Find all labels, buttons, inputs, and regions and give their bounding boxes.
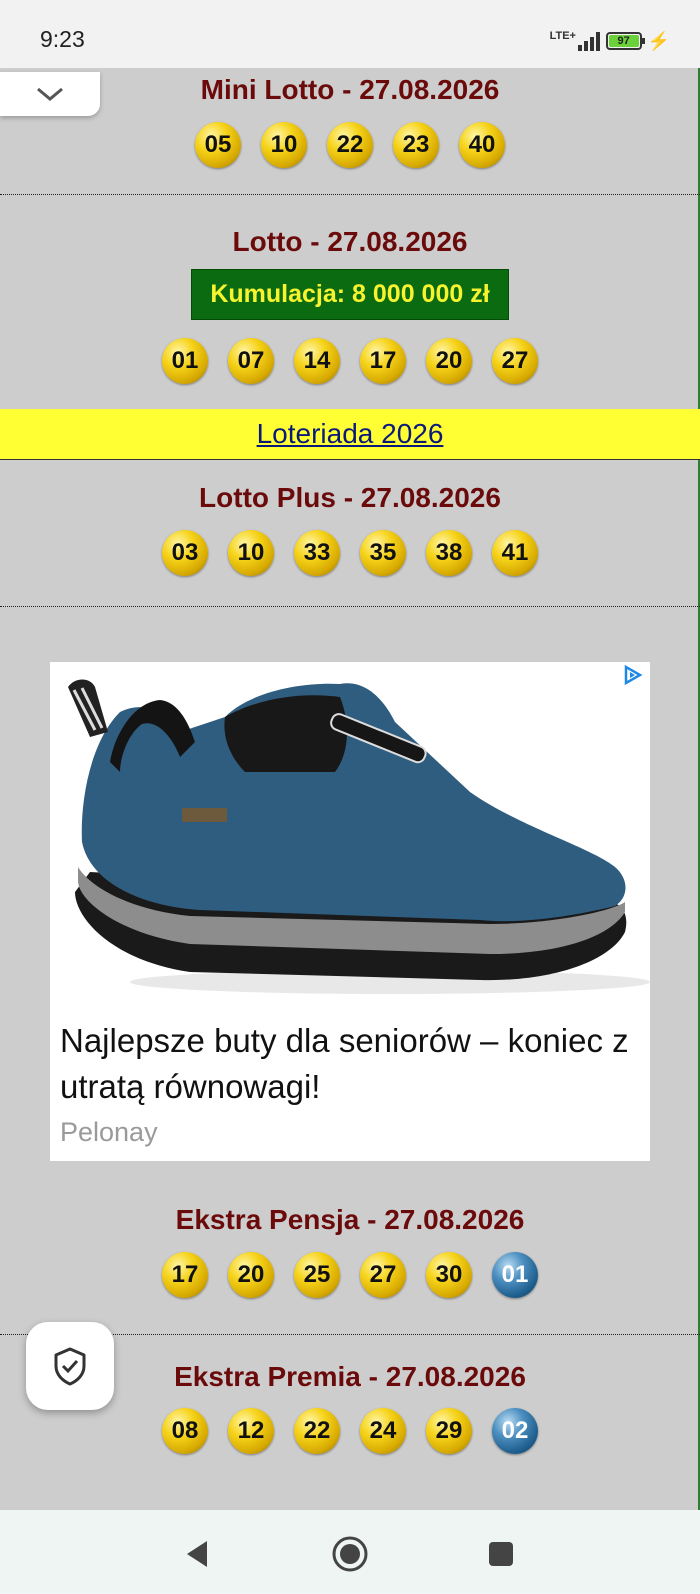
back-icon <box>187 1541 207 1567</box>
result-balls: 01 07 14 17 20 27 <box>0 338 700 384</box>
signal-icon <box>577 31 600 51</box>
shield-check-icon <box>54 1347 86 1386</box>
number-ball: 40 <box>459 122 505 168</box>
home-icon <box>332 1536 368 1572</box>
ad-source: Pelonay <box>60 1117 158 1147</box>
number-ball: 25 <box>294 1252 340 1298</box>
result-balls: 03 10 33 35 38 41 <box>0 530 700 576</box>
number-ball: 20 <box>228 1252 274 1298</box>
number-ball: 03 <box>162 530 208 576</box>
game-title: Mini Lotto - 27.08.2026 <box>200 74 500 105</box>
advertisement[interactable]: Najlepsze buty dla seniorów – koniec z u… <box>50 662 650 1161</box>
number-ball: 17 <box>162 1252 208 1298</box>
number-ball: 20 <box>426 338 472 384</box>
mini-lotto-section: Mini Lotto - 27.08.2026 05 10 22 23 40 <box>0 68 700 195</box>
battery-icon: 97 <box>605 32 645 50</box>
result-balls: 08 12 22 24 29 02 <box>0 1408 700 1454</box>
ekstra-pensja-section: Ekstra Pensja - 27.08.2026 17 20 25 27 3… <box>0 1203 700 1335</box>
number-ball: 35 <box>360 530 406 576</box>
loteriada-banner: Loteriada 2026 <box>0 409 700 460</box>
jackpot-badge: Kumulacja: 8 000 000 zł <box>191 269 509 320</box>
privacy-button[interactable] <box>26 1322 114 1410</box>
recents-icon <box>489 1542 513 1566</box>
ad-choices-icon[interactable] <box>622 664 644 686</box>
charging-icon: ⚡ <box>647 30 670 51</box>
chevron-down-icon <box>37 87 63 101</box>
game-title: Lotto Plus - 27.08.2026 <box>199 482 501 513</box>
number-ball: 41 <box>492 530 538 576</box>
result-balls: 05 10 22 23 40 <box>0 122 700 168</box>
status-bar: 9:23 LTE+ 97 ⚡ <box>0 0 700 68</box>
number-ball: 05 <box>195 122 241 168</box>
ad-shoe-image[interactable] <box>50 662 650 1007</box>
number-ball: 22 <box>327 122 373 168</box>
collapse-button[interactable] <box>0 72 100 116</box>
number-ball: 14 <box>294 338 340 384</box>
lotto-section: Lotto - 27.08.2026 Kumulacja: 8 000 000 … <box>0 225 700 409</box>
navigation-bar <box>0 1510 700 1594</box>
game-title: Lotto - 27.08.2026 <box>232 226 468 257</box>
result-balls: 17 20 25 27 30 01 <box>0 1252 700 1298</box>
number-ball: 07 <box>228 338 274 384</box>
bonus-ball: 02 <box>492 1408 538 1454</box>
status-time: 9:23 <box>40 26 85 52</box>
back-button[interactable] <box>177 1534 217 1574</box>
number-ball: 08 <box>162 1408 208 1454</box>
recents-button[interactable] <box>481 1534 521 1574</box>
loteriada-link[interactable]: Loteriada 2026 <box>257 418 444 449</box>
number-ball: 10 <box>228 530 274 576</box>
number-ball: 22 <box>294 1408 340 1454</box>
bonus-ball: 01 <box>492 1252 538 1298</box>
lte-icon: LTE+ <box>549 30 576 42</box>
number-ball: 23 <box>393 122 439 168</box>
number-ball: 01 <box>162 338 208 384</box>
number-ball: 24 <box>360 1408 406 1454</box>
number-ball: 30 <box>426 1252 472 1298</box>
ad-headline[interactable]: Najlepsze buty dla seniorów – koniec z u… <box>60 1018 640 1110</box>
number-ball: 12 <box>228 1408 274 1454</box>
home-button[interactable] <box>330 1534 370 1574</box>
status-icons: LTE+ 97 ⚡ <box>550 26 670 56</box>
number-ball: 38 <box>426 530 472 576</box>
results-page: Mini Lotto - 27.08.2026 05 10 22 23 40 L… <box>0 68 700 1510</box>
number-ball: 33 <box>294 530 340 576</box>
number-ball: 10 <box>261 122 307 168</box>
battery-level: 97 <box>608 35 639 47</box>
number-ball: 17 <box>360 338 406 384</box>
number-ball: 27 <box>360 1252 406 1298</box>
number-ball: 29 <box>426 1408 472 1454</box>
number-ball: 27 <box>492 338 538 384</box>
lotto-plus-section: Lotto Plus - 27.08.2026 03 10 33 35 38 4… <box>0 460 700 607</box>
game-title: Ekstra Pensja - 27.08.2026 <box>175 1204 525 1235</box>
